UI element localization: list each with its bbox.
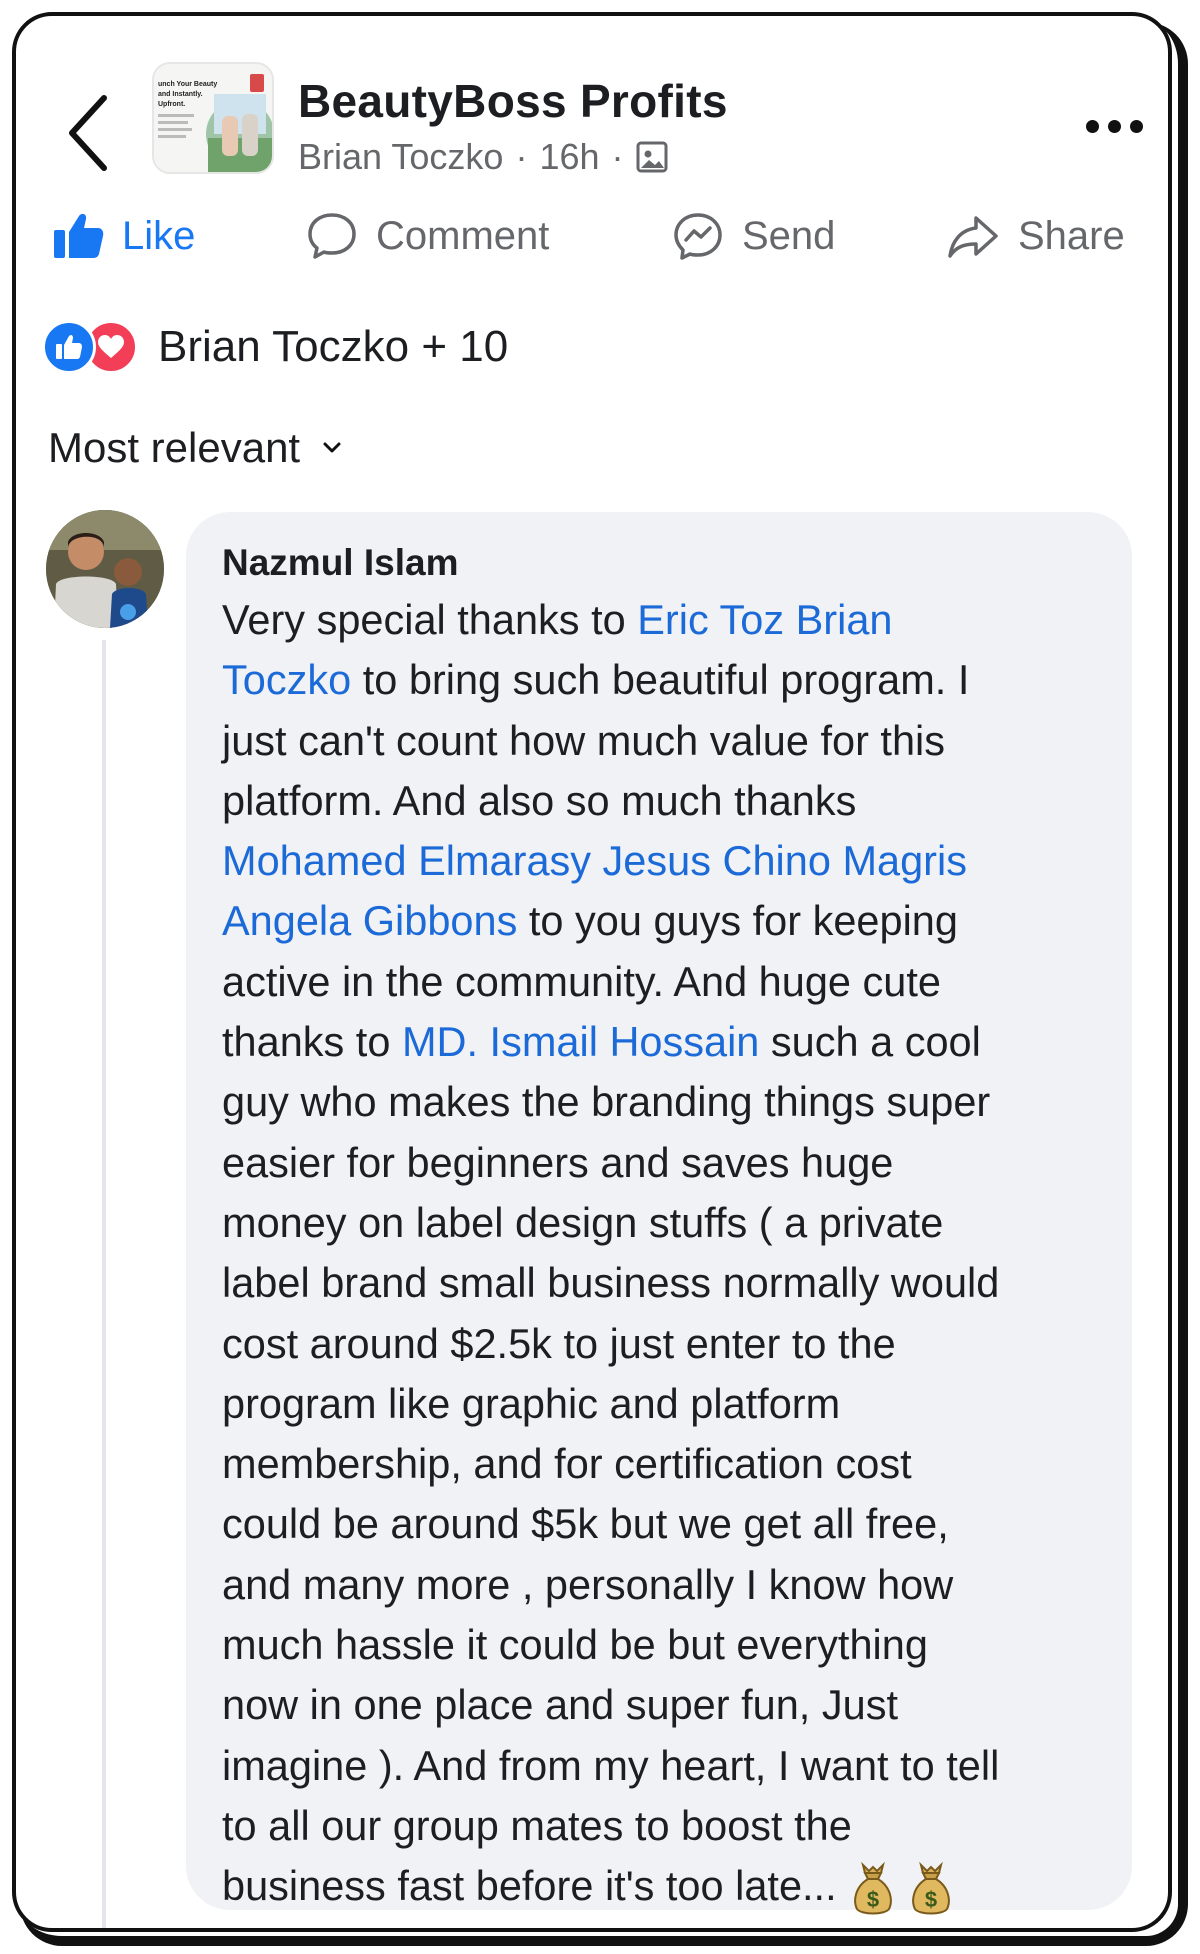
comment-line: membership, and for certification cost [222,1434,1104,1494]
comment-text-segment: to bring such beautiful program. I [351,656,970,704]
comment-text-segment: could be around $5k but we get all free, [222,1500,949,1548]
comment-text-segment: easier for beginners and saves huge [222,1138,894,1186]
svg-text:$: $ [925,1887,937,1912]
thumbnail-text-1: unch Your Beauty [158,81,217,88]
meta-separator: · [611,136,624,177]
comment-button[interactable]: Comment [306,196,549,276]
more-dots-icon [1086,120,1099,133]
comment-bubble-icon [308,213,356,259]
commenter-avatar[interactable] [46,510,164,628]
like-reaction-icon [42,320,96,374]
comment-text-segment: just can't count how much value for this [222,716,946,764]
mention-link[interactable]: Angela Gibbons [222,897,517,944]
meta-separator: · [515,136,528,177]
comment-line: could be around $5k but we get all free, [222,1494,1104,1554]
svg-text:$: $ [867,1887,879,1912]
comment-text-segment: much hassle it could be but everything [222,1621,928,1669]
comment-text-segment: active in the community. And huge cute [222,957,941,1005]
thumbs-up-icon [54,213,104,258]
comment-line: money on label design stuffs ( a private [222,1193,1104,1253]
send-button[interactable]: Send [672,196,835,276]
comment-line: active in the community. And huge cute [222,952,1104,1012]
comment-text-segment: now in one place and super fun, Just [222,1681,898,1729]
messenger-send-icon [674,213,722,260]
comment-label: Comment [376,213,550,258]
share-arrow-icon [948,216,998,258]
comment-author[interactable]: Nazmul Islam [222,542,1104,584]
back-arrow-icon [69,95,107,171]
dot [1130,120,1143,133]
comment-line: cost around $2.5k to just enter to the [222,1314,1104,1374]
comment-text-segment: business fast before it's too late... [222,1862,837,1910]
comment-text-segment: imagine ). And from my heart, I want to … [222,1741,1000,1789]
mention-link[interactable]: Mohamed Elmarasy Jesus Chino Magris [222,837,967,884]
comment-text-segment: to all our group mates to boost the [222,1801,852,1849]
comment-sort-dropdown[interactable]: Most relevant [48,424,342,472]
sort-label: Most relevant [48,424,301,471]
comment-text-segment: membership, and for certification cost [222,1440,912,1488]
post-card: unch Your Beauty and Instantly. Upfront.… [12,12,1172,1932]
comment-line: program like graphic and platform [222,1374,1104,1434]
comment-line: thanks to MD. Ismail Hossain such a cool [222,1012,1104,1072]
money-bag-icon: $ [853,1862,892,1915]
post-time[interactable]: 16h [539,136,599,178]
group-thumbnail[interactable]: unch Your Beauty and Instantly. Upfront. [152,62,274,174]
comment-bubble: Nazmul Islam Very special thanks to Eric… [186,512,1132,1915]
comment-text-segment: program like graphic and platform [222,1379,841,1427]
comment-text-segment: thanks to [222,1018,402,1066]
comment-text-segment: label brand small business normally woul… [222,1259,1000,1307]
dot [1108,120,1121,133]
comment-line: Very special thanks to Eric Toz Brian [222,590,1104,650]
mention-link[interactable]: Eric Toz Brian [637,596,892,643]
comment-line: just can't count how much value for this [222,711,1104,771]
comment-line: easier for beginners and saves huge [222,1133,1104,1193]
group-name[interactable]: BeautyBoss Profits [298,74,728,128]
thumbnail-text-3: Upfront. [158,101,185,108]
comment-line: business fast before it's too late... $ $ [222,1856,1104,1917]
comment-line: Angela Gibbons to you guys for keeping [222,891,1104,951]
thumbnail-text-2: and Instantly. [158,91,203,98]
comment-line: label brand small business normally woul… [222,1253,1104,1313]
like-button[interactable]: Like [54,196,195,276]
like-label: Like [122,213,196,258]
post-meta: Brian Toczko · 16h · [298,136,668,178]
mention-link[interactable]: MD. Ismail Hossain [402,1018,759,1065]
comment-line: to all our group mates to boost the [222,1796,1104,1856]
comment-thread-line [102,640,106,1928]
group-thumbnail-image: unch Your Beauty and Instantly. Upfront. [154,64,272,172]
comment-text-segment: platform. And also so much thanks [222,776,857,824]
money-bag-icon: $ [911,1862,950,1915]
comment-text-segment: cost around $2.5k to just enter to the [222,1319,896,1367]
comment-line: imagine ). And from my heart, I want to … [222,1736,1104,1796]
back-button[interactable] [60,88,120,178]
reaction-summary[interactable]: Brian Toczko + 10 [42,320,508,374]
send-label: Send [742,213,836,258]
comment-line: Mohamed Elmarasy Jesus Chino Magris [222,831,1104,891]
comment-text-segment: such a cool [759,1018,981,1066]
comment-text-segment: guy who makes the branding things super [222,1078,991,1126]
comment-line: platform. And also so much thanks [222,771,1104,831]
comment-text-segment: and many more , personally I know how [222,1560,954,1608]
comment-text-segment: money on label design stuffs ( a private [222,1198,944,1246]
comment-text-segment: to you guys for keeping [517,897,958,945]
reaction-names: Brian Toczko + 10 [158,322,509,371]
post-author[interactable]: Brian Toczko [298,136,503,178]
comment-body: Very special thanks to Eric Toz Brian Toc… [222,590,1104,1917]
comment-line: Toczko to bring such beautiful program. … [222,650,1104,710]
comment-text-segment: Very special thanks to [222,596,638,643]
share-label: Share [1018,213,1125,258]
photo-icon [636,141,668,173]
comment-line: much hassle it could be but everything [222,1615,1104,1675]
post-action-bar: Like Comment Send Share [16,196,1168,276]
comment-line: and many more , personally I know how [222,1555,1104,1615]
comment-line: now in one place and super fun, Just [222,1675,1104,1735]
comment-line: guy who makes the branding things super [222,1072,1104,1132]
more-options-button[interactable] [1086,120,1143,133]
chevron-down-icon [323,442,341,453]
mention-link[interactable]: Toczko [222,656,351,703]
share-button[interactable]: Share [946,196,1125,276]
